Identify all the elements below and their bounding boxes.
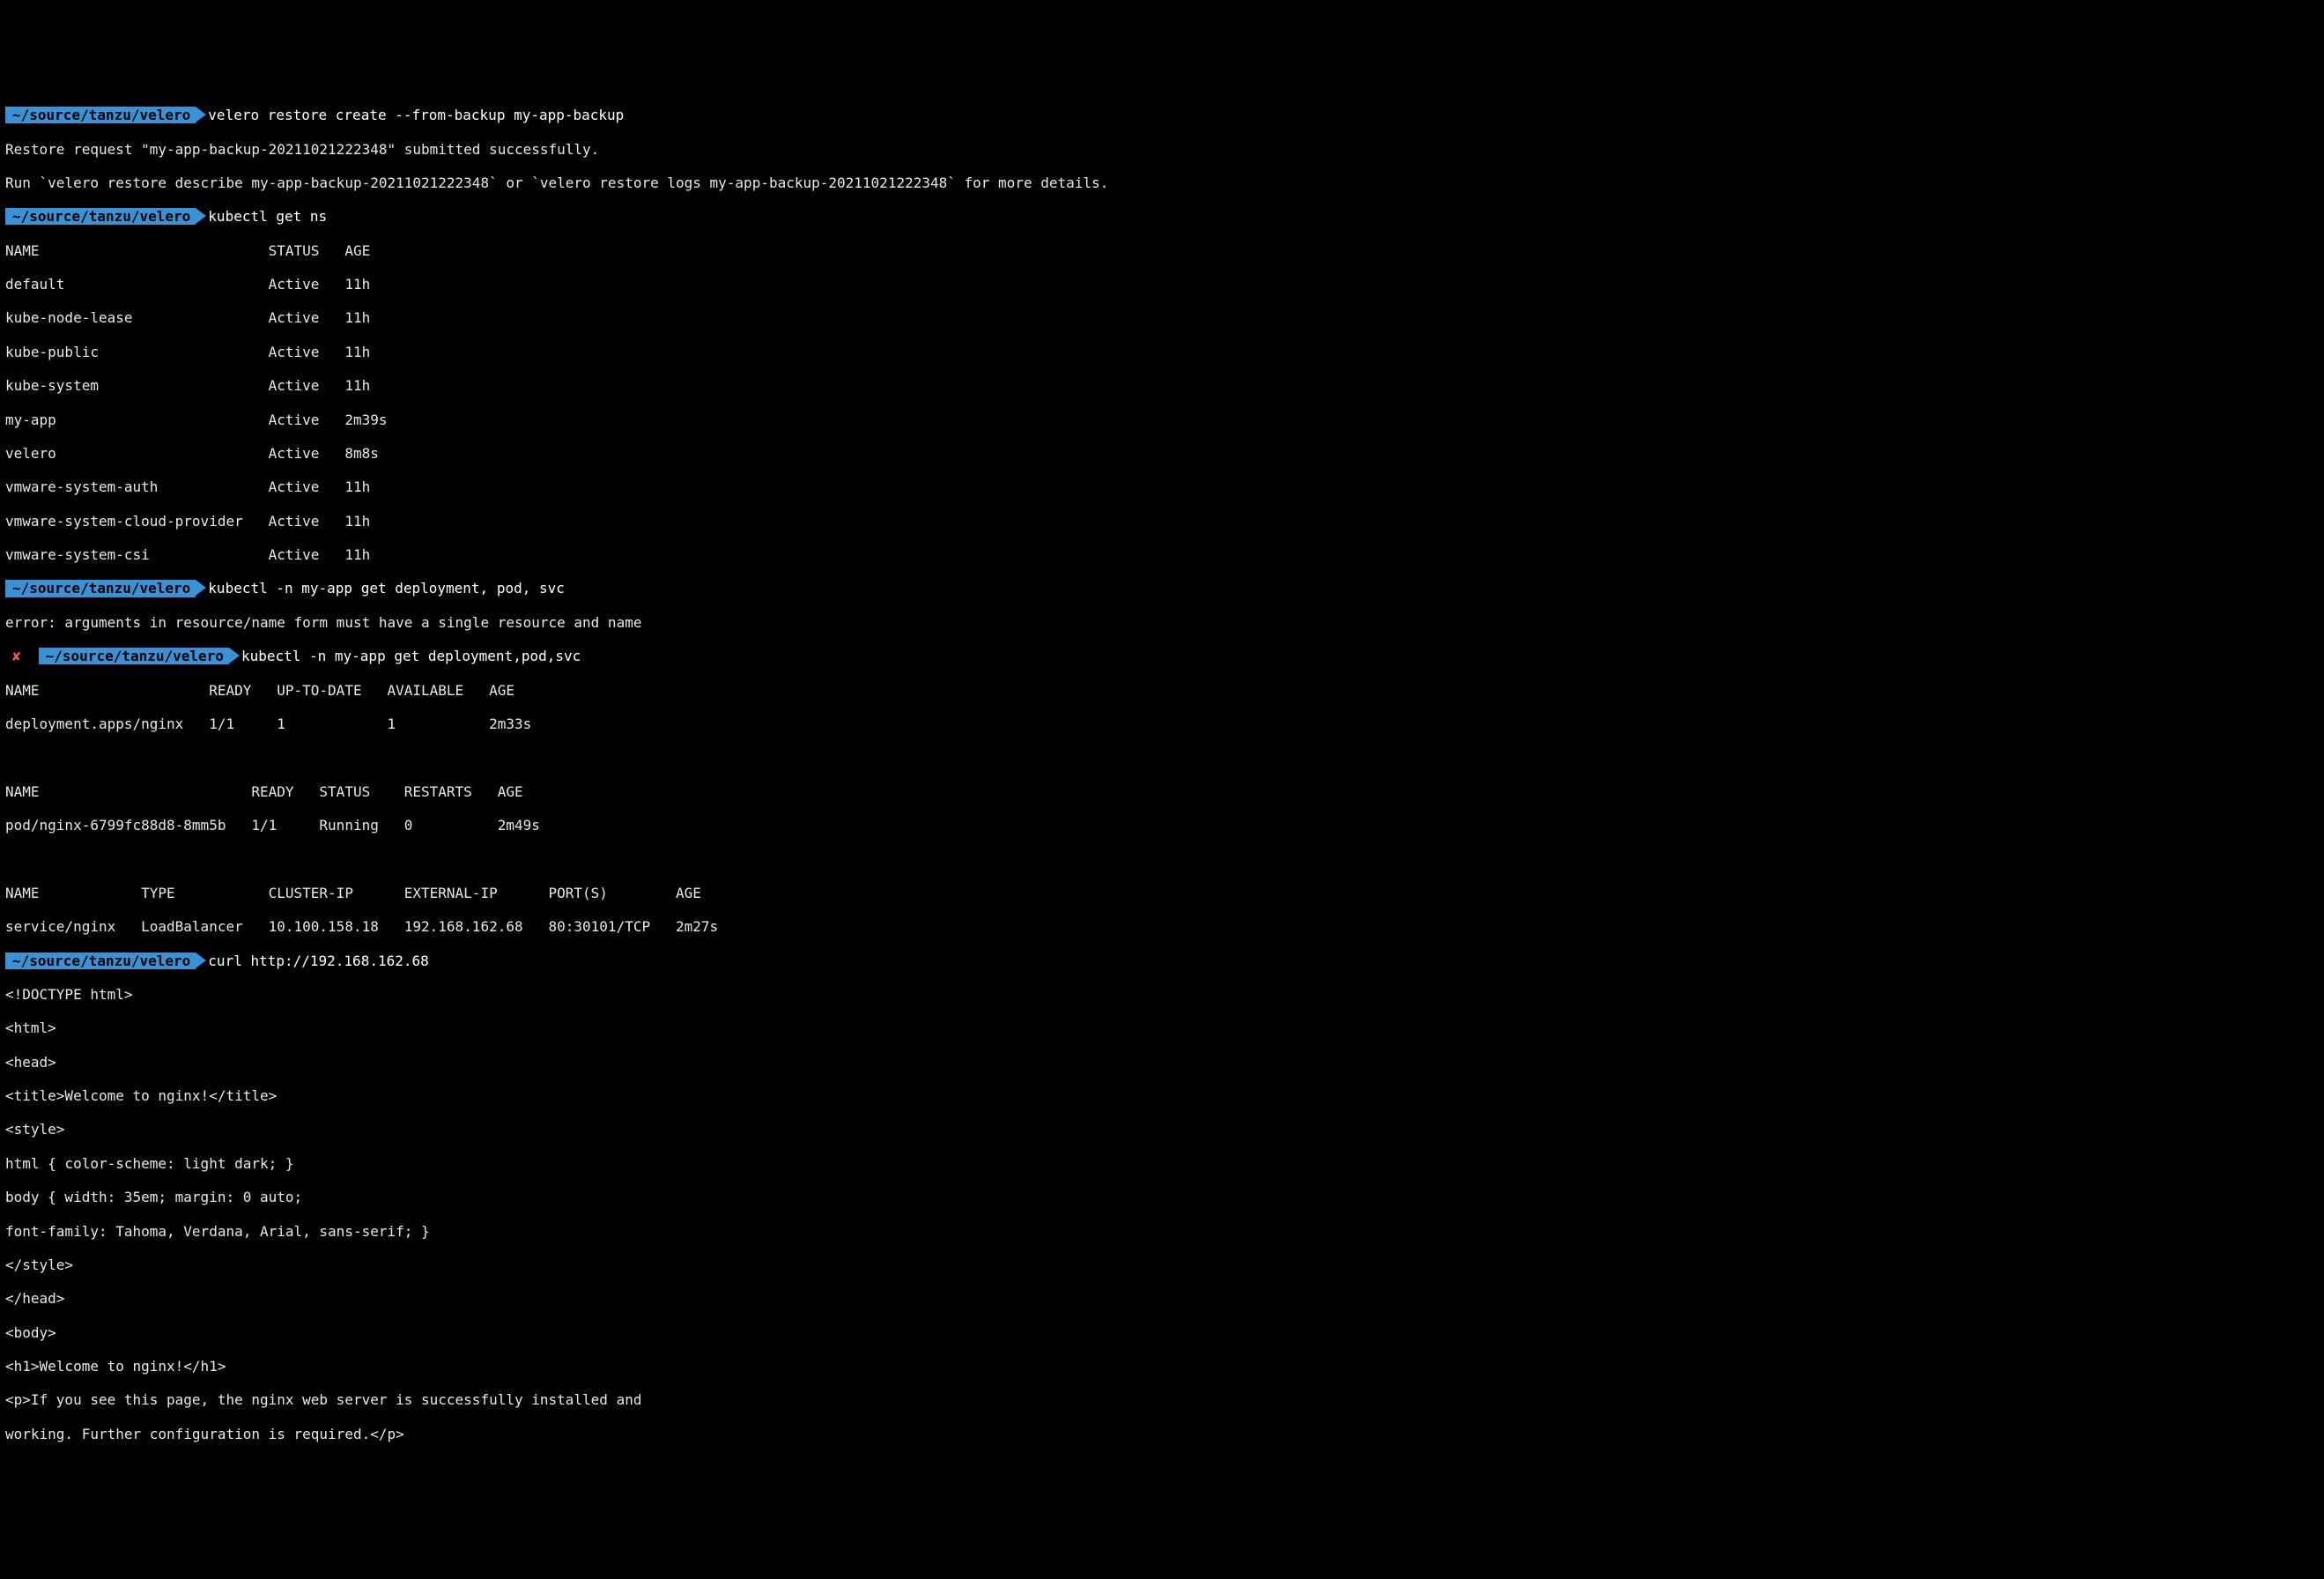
command-2: kubectl get ns — [208, 208, 327, 225]
blank-line — [5, 749, 2319, 766]
deployment-header: NAME READY UP-TO-DATE AVAILABLE AGE — [5, 682, 2319, 699]
prompt-cwd: ~/source/tanzu/velero — [5, 953, 196, 969]
prompt-line-1: ~/source/tanzu/velero velero restore crea… — [5, 107, 2319, 123]
curl-output: <title>Welcome to nginx!</title> — [5, 1087, 2319, 1104]
ns-row: vmware-system-cloud-provider Active 11h — [5, 513, 2319, 530]
prompt-cwd: ~/source/tanzu/velero — [5, 208, 196, 225]
curl-output: </head> — [5, 1290, 2319, 1307]
pod-row: pod/nginx-6799fc88d8-8mm5b 1/1 Running 0… — [5, 817, 2319, 834]
ns-row: kube-node-lease Active 11h — [5, 309, 2319, 326]
output-line: Restore request "my-app-backup-202110212… — [5, 141, 2319, 158]
curl-output: <style> — [5, 1121, 2319, 1138]
prompt-line-2: ~/source/tanzu/velero kubectl get ns — [5, 208, 2319, 225]
ns-row: kube-public Active 11h — [5, 344, 2319, 360]
curl-output: working. Further configuration is requir… — [5, 1426, 2319, 1442]
prompt-line-5: ~/source/tanzu/velero curl http://192.168… — [5, 953, 2319, 969]
curl-output: <head> — [5, 1054, 2319, 1071]
prompt-cwd: ~/source/tanzu/velero — [5, 107, 196, 123]
ns-row: my-app Active 2m39s — [5, 411, 2319, 428]
ns-header: NAME STATUS AGE — [5, 242, 2319, 259]
curl-output: <h1>Welcome to nginx!</h1> — [5, 1358, 2319, 1375]
curl-output: <body> — [5, 1324, 2319, 1341]
error-output: error: arguments in resource/name form m… — [5, 614, 2319, 631]
svc-header: NAME TYPE CLUSTER-IP EXTERNAL-IP PORT(S)… — [5, 885, 2319, 901]
ns-row: default Active 11h — [5, 276, 2319, 293]
command-5: curl http://192.168.162.68 — [208, 953, 428, 969]
prompt-line-4: ✘ ~/source/tanzu/velero kubectl -n my-app … — [5, 648, 2319, 664]
curl-output: font-family: Tahoma, Verdana, Arial, san… — [5, 1223, 2319, 1240]
ns-row: vmware-system-csi Active 11h — [5, 546, 2319, 563]
error-status-icon: ✘ — [5, 648, 26, 664]
output-line: Run `velero restore describe my-app-back… — [5, 174, 2319, 191]
curl-output: body { width: 35em; margin: 0 auto; — [5, 1189, 2319, 1205]
blank-line — [5, 850, 2319, 867]
deployment-row: deployment.apps/nginx 1/1 1 1 2m33s — [5, 715, 2319, 732]
curl-output: <p>If you see this page, the nginx web s… — [5, 1391, 2319, 1408]
terminal[interactable]: ~/source/tanzu/velero velero restore crea… — [0, 85, 2324, 1494]
curl-output: <html> — [5, 1019, 2319, 1036]
prompt-line-3: ~/source/tanzu/velero kubectl -n my-app g… — [5, 580, 2319, 597]
curl-output: <!DOCTYPE html> — [5, 986, 2319, 1003]
command-3: kubectl -n my-app get deployment, pod, s… — [208, 580, 565, 597]
command-1: velero restore create --from-backup my-a… — [208, 107, 624, 123]
svc-row: service/nginx LoadBalancer 10.100.158.18… — [5, 918, 2319, 935]
ns-row: velero Active 8m8s — [5, 445, 2319, 462]
pod-header: NAME READY STATUS RESTARTS AGE — [5, 783, 2319, 800]
ns-row: kube-system Active 11h — [5, 377, 2319, 394]
prompt-cwd: ~/source/tanzu/velero — [39, 648, 229, 664]
curl-output: html { color-scheme: light dark; } — [5, 1155, 2319, 1172]
prompt-cwd: ~/source/tanzu/velero — [5, 580, 196, 597]
command-4: kubectl -n my-app get deployment,pod,svc — [241, 648, 581, 664]
curl-output: </style> — [5, 1257, 2319, 1273]
ns-row: vmware-system-auth Active 11h — [5, 478, 2319, 495]
